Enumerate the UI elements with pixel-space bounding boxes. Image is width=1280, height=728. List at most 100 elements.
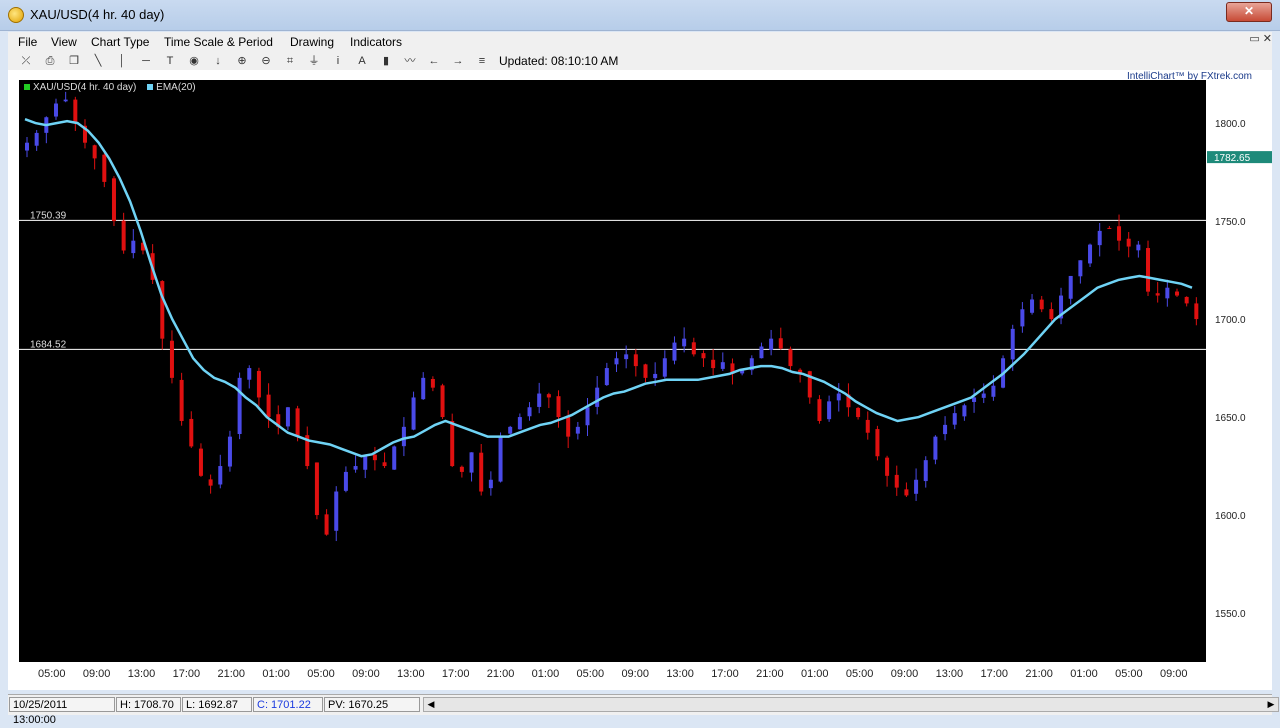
candle-body (1088, 244, 1093, 264)
candle-body (595, 387, 600, 407)
candle-body (411, 397, 416, 430)
candle-body (421, 377, 426, 400)
candle-body (1107, 227, 1112, 229)
time-tick-label: 21:00 (487, 668, 515, 680)
status-pv: PV: 1670.25 (324, 697, 420, 712)
candle-body (363, 456, 368, 470)
candle-body (189, 418, 194, 447)
candle-body (218, 466, 223, 485)
candle-body (556, 396, 561, 418)
candle-body (479, 452, 484, 492)
candle-body (943, 424, 948, 435)
candle-body (401, 426, 406, 447)
scroll-right-icon[interactable]: ▶ (1264, 698, 1278, 711)
candle-body (295, 408, 300, 437)
candle-body (672, 342, 677, 361)
candle-body (769, 338, 774, 350)
candle-body (662, 358, 667, 377)
candle-body (1155, 293, 1160, 296)
candle-body (1049, 309, 1054, 320)
candle-body (169, 340, 174, 378)
candle-body (382, 462, 387, 467)
candle-body (353, 466, 358, 470)
candle-body (208, 479, 213, 486)
candle-body (885, 457, 890, 476)
candle-body (962, 405, 967, 417)
status-bar: 10/25/2011 13:00:00 H: 1708.70 L: 1692.8… (8, 694, 1279, 726)
candle-body (1126, 238, 1131, 247)
candle-body (498, 436, 503, 482)
candle-body (285, 407, 290, 427)
candle-body (1146, 248, 1151, 292)
status-low: L: 1692.87 (182, 697, 252, 712)
candle-body (933, 436, 938, 460)
time-tick-label: 01:00 (532, 668, 560, 680)
candle-body (904, 489, 909, 496)
time-tick-label: 13:00 (936, 668, 964, 680)
candle-body (237, 377, 242, 434)
scroll-left-icon[interactable]: ◀ (424, 698, 438, 711)
candle-body (827, 401, 832, 420)
time-tick-label: 05:00 (846, 668, 874, 680)
candle-body (614, 358, 619, 365)
candle-body (624, 354, 629, 360)
candle-body (865, 419, 870, 433)
candle-body (701, 353, 706, 359)
candle-body (488, 479, 493, 489)
candle-body (73, 99, 78, 124)
candle-body (633, 354, 638, 367)
candle-body (372, 454, 377, 461)
candle-body (121, 220, 126, 251)
time-tick-label: 17:00 (442, 668, 470, 680)
time-tick-label: 13:00 (128, 668, 156, 680)
candle-body (53, 103, 58, 117)
candle-body (25, 142, 29, 151)
time-tick-label: 05:00 (1115, 668, 1143, 680)
candle-body (198, 448, 203, 476)
price-tick-label: 1750.0 (1215, 217, 1246, 228)
candle-body (972, 397, 977, 402)
candle-body (653, 373, 658, 379)
candle-body (875, 429, 880, 457)
candle-body (981, 393, 986, 398)
candle-body (1020, 309, 1025, 327)
candle-body (334, 491, 339, 531)
candle-body (585, 407, 590, 426)
candle-body (324, 514, 329, 535)
price-tick-label: 1700.0 (1215, 315, 1246, 326)
candle-body (392, 446, 397, 470)
candle-body (778, 338, 783, 349)
candle-body (711, 359, 716, 369)
candle-body (759, 346, 764, 359)
candle-body (508, 426, 513, 434)
candle-body (788, 349, 793, 367)
candle-body (63, 99, 68, 102)
candle-body (1117, 226, 1122, 241)
chart-svg: 1750.39 1684.52 1800.0 1750.0 1700.0 1650.0 16… (19, 91, 1272, 680)
time-tick-label: 05:00 (307, 668, 335, 680)
candle-body (817, 399, 822, 421)
time-tick-label: 09:00 (1160, 668, 1188, 680)
candle-body (991, 385, 996, 397)
candle-body (343, 471, 348, 491)
time-tick-label: 09:00 (352, 668, 380, 680)
candle-body (440, 385, 445, 418)
candle-body (604, 368, 609, 386)
price-tick-label: 1550.0 (1215, 609, 1246, 620)
candle-body (1097, 230, 1102, 246)
candle-body (1184, 296, 1189, 304)
ema-line (24, 118, 1193, 458)
time-tick-label: 01:00 (801, 668, 829, 680)
candle-body (1010, 328, 1015, 360)
candle-body (1136, 244, 1141, 251)
current-price-label: 1782.65 (1214, 153, 1251, 164)
candle-body (566, 415, 571, 437)
candle-body (459, 466, 464, 472)
time-tick-label: 21:00 (756, 668, 784, 680)
candle-body (256, 370, 261, 398)
time-tick-label: 13:00 (397, 668, 425, 680)
candle-body (914, 479, 919, 494)
time-tick-label: 01:00 (1070, 668, 1098, 680)
candle-body (643, 364, 648, 378)
horizontal-scrollbar[interactable]: ◀ ▶ (423, 697, 1279, 712)
